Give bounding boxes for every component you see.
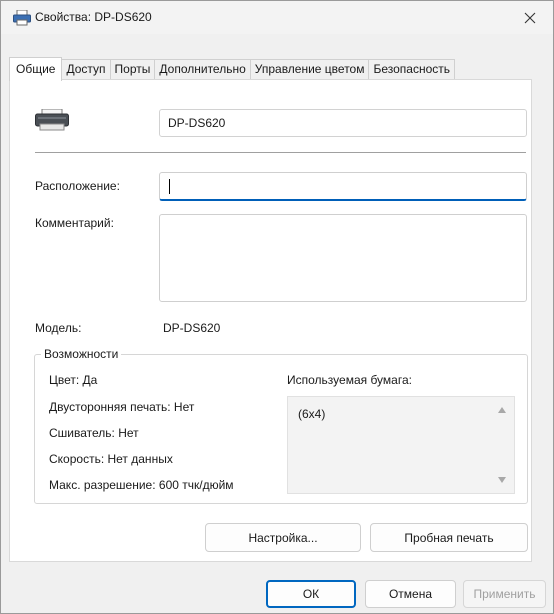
model-value: DP-DS620 <box>163 321 221 335</box>
feature-max-resolution: Макс. разрешение: 600 тчк/дюйм <box>49 478 234 492</box>
cancel-button[interactable]: Отмена <box>365 580 456 608</box>
comment-label: Комментарий: <box>35 216 114 230</box>
divider <box>35 152 526 153</box>
tab-general[interactable]: Общие <box>9 57 63 81</box>
paper-label: Используемая бумага: <box>287 373 412 387</box>
printer-large-icon <box>35 109 69 131</box>
feature-stapler: Сшиватель: Нет <box>49 426 139 440</box>
tab-ports[interactable]: Порты <box>110 59 156 80</box>
scroll-up-button[interactable] <box>496 404 508 416</box>
feature-speed: Скорость: Нет данных <box>49 452 173 466</box>
close-icon <box>524 12 536 23</box>
comment-textarea[interactable] <box>159 214 527 302</box>
print-test-page-button[interactable]: Пробная печать <box>370 523 528 552</box>
apply-button[interactable]: Применить <box>463 580 546 608</box>
tab-sharing[interactable]: Доступ <box>62 59 111 80</box>
triangle-up-icon <box>498 407 506 413</box>
preferences-button[interactable]: Настройка... <box>205 523 361 552</box>
title-bar: Свойства: DP-DS620 <box>1 1 553 34</box>
ok-button[interactable]: ОК <box>266 580 356 608</box>
printer-name-field[interactable]: DP-DS620 <box>159 109 527 137</box>
features-legend: Возможности <box>41 347 122 361</box>
paper-list-item[interactable]: (6x4) <box>298 407 325 421</box>
close-button[interactable] <box>507 1 553 34</box>
location-input[interactable] <box>159 172 527 201</box>
tab-advanced[interactable]: Дополнительно <box>155 59 251 80</box>
tab-security[interactable]: Безопасность <box>369 59 456 80</box>
printer-icon <box>13 10 31 26</box>
tab-color-management[interactable]: Управление цветом <box>250 59 370 80</box>
feature-duplex: Двусторонняя печать: Нет <box>49 400 195 414</box>
window-title: Свойства: DP-DS620 <box>35 10 152 24</box>
feature-color: Цвет: Да <box>49 373 98 387</box>
printer-properties-window: Свойства: DP-DS620 Общие Доступ Порты До… <box>0 0 554 614</box>
text-caret <box>169 179 170 194</box>
tab-strip: Общие Доступ Порты Дополнительно Управле… <box>9 57 456 81</box>
model-label: Модель: <box>35 321 82 335</box>
triangle-down-icon <box>498 477 506 483</box>
scroll-down-button[interactable] <box>496 474 508 486</box>
paper-listbox[interactable]: (6x4) <box>287 396 515 494</box>
location-label: Расположение: <box>35 179 120 193</box>
